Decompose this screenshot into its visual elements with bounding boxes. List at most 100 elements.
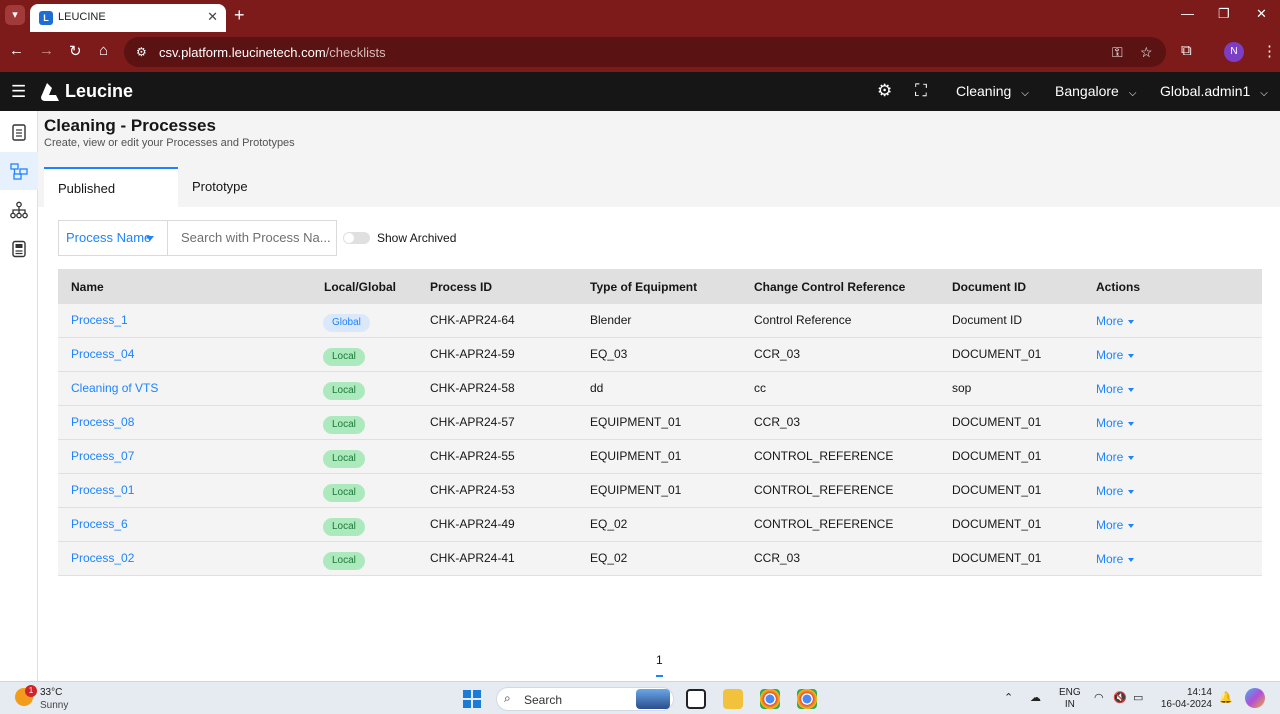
page-number[interactable]: 1 <box>656 653 663 667</box>
network-tray-icon[interactable]: ☁ <box>1030 691 1041 704</box>
column-header-actions: Actions <box>1096 280 1141 294</box>
process-id-cell: CHK-APR24-53 <box>430 483 515 497</box>
chrome-profile-icon[interactable] <box>797 689 817 709</box>
equipment-cell: Blender <box>590 313 632 327</box>
table-header: Name Local/Global Process ID Type of Equ… <box>58 269 1262 304</box>
process-name-link[interactable]: Process_6 <box>71 517 128 531</box>
process-id-cell: CHK-APR24-41 <box>430 551 515 565</box>
extensions-icon[interactable]: ⧉ <box>1181 42 1192 59</box>
caret-down-icon <box>1128 387 1135 392</box>
user-menu-dropdown[interactable]: Global.admin1 ⌵ <box>1160 83 1268 99</box>
more-actions-dropdown[interactable]: More <box>1096 314 1135 328</box>
column-header-document-id: Document ID <box>952 280 1027 294</box>
column-header-process-id: Process ID <box>430 280 493 294</box>
document-id-cell: sop <box>952 381 972 395</box>
forward-icon[interactable]: → <box>39 42 54 59</box>
equipment-cell: EQ_03 <box>590 347 628 361</box>
minimize-icon[interactable]: — <box>1181 6 1194 21</box>
change-control-cell: CONTROL_REFERENCE <box>754 517 894 531</box>
reload-icon[interactable]: ↻ <box>69 42 82 60</box>
close-tab-icon[interactable]: ✕ <box>207 9 218 25</box>
settings-gear-icon[interactable]: ⚙ <box>877 81 892 101</box>
process-id-cell: CHK-APR24-49 <box>430 517 515 531</box>
windows-start-icon[interactable] <box>463 690 481 708</box>
profile-avatar[interactable]: N <box>1224 42 1244 62</box>
task-view-icon[interactable] <box>686 689 706 709</box>
toggle-knob <box>344 233 354 243</box>
use-case-dropdown[interactable]: Cleaning ⌵ <box>956 83 1029 99</box>
volume-muted-icon[interactable]: 🔇 <box>1113 691 1127 704</box>
equipment-cell: dd <box>590 381 604 395</box>
process-id-cell: CHK-APR24-57 <box>430 415 515 429</box>
new-tab-button[interactable]: + <box>234 5 245 26</box>
battery-icon[interactable]: ▭ <box>1133 691 1143 704</box>
url-text: csv.platform.leucinetech.com/checklists <box>159 45 386 60</box>
notification-bell-icon[interactable]: 🔔 <box>1219 691 1233 704</box>
process-name-link[interactable]: Process_07 <box>71 449 134 463</box>
table-body: Process_1 Global CHK-APR24-64 Blender Contro… <box>58 304 1262 576</box>
scope-badge: Local <box>323 450 365 468</box>
password-key-icon[interactable]: ⚿ <box>1112 44 1123 61</box>
home-icon[interactable]: ⌂ <box>99 42 108 59</box>
restore-icon[interactable]: ❐ <box>1218 6 1230 22</box>
table-row: Process_07 Local CHK-APR24-55 EQUIPMENT_01 C… <box>58 440 1262 474</box>
tab-published[interactable]: Published <box>44 167 178 207</box>
sidebar-item-ontology[interactable] <box>0 191 38 229</box>
show-archived-label: Show Archived <box>377 231 457 245</box>
table-row: Process_1 Global CHK-APR24-64 Blender Contro… <box>58 304 1262 338</box>
sidebar-item-processes[interactable] <box>0 152 38 190</box>
show-archived-toggle[interactable] <box>343 232 370 244</box>
more-actions-dropdown[interactable]: More <box>1096 348 1135 362</box>
more-actions-dropdown[interactable]: More <box>1096 552 1135 566</box>
browser-toolbar: ← → ↻ ⌂ ⚙ csv.platform.leucinetech.com/c… <box>0 32 1280 72</box>
more-actions-dropdown[interactable]: More <box>1096 450 1135 464</box>
document-id-cell: DOCUMENT_01 <box>952 449 1042 463</box>
wifi-icon[interactable]: ◠ <box>1094 691 1104 704</box>
more-actions-dropdown[interactable]: More <box>1096 518 1135 532</box>
more-actions-dropdown[interactable]: More <box>1096 484 1135 498</box>
browser-menu-icon[interactable]: ⋮ <box>1262 42 1277 60</box>
process-name-link[interactable]: Process_1 <box>71 313 128 327</box>
tab-search-button[interactable]: ▾ <box>5 5 25 25</box>
bookmark-star-icon[interactable]: ☆ <box>1140 44 1153 61</box>
process-name-link[interactable]: Cleaning of VTS <box>71 381 158 395</box>
search-field-selector[interactable]: Process Name <box>58 220 168 256</box>
process-name-link[interactable]: Process_08 <box>71 415 134 429</box>
caret-down-icon <box>1128 319 1135 324</box>
close-window-icon[interactable]: ✕ <box>1256 6 1267 22</box>
facility-dropdown[interactable]: Bangalore ⌵ <box>1055 83 1136 99</box>
scanner-icon[interactable]: ⛶ <box>915 81 927 101</box>
file-explorer-icon[interactable] <box>723 689 743 709</box>
site-info-icon[interactable]: ⚙ <box>136 45 147 59</box>
chrome-icon[interactable] <box>760 689 780 709</box>
main-content: Cleaning - Processes Create, view or edi… <box>38 111 1280 681</box>
change-control-cell: cc <box>754 381 766 395</box>
process-name-link[interactable]: Process_02 <box>71 551 134 565</box>
search-highlight-icon[interactable] <box>636 689 670 709</box>
back-icon[interactable]: ← <box>9 42 24 59</box>
caret-down-icon <box>146 236 154 241</box>
copilot-icon[interactable] <box>1245 688 1265 708</box>
show-hidden-icons-chevron-icon[interactable]: ⌃ <box>1004 691 1013 704</box>
tab-prototype[interactable]: Prototype <box>178 167 288 207</box>
address-bar[interactable]: ⚙ csv.platform.leucinetech.com/checklist… <box>124 37 1166 67</box>
browser-tab[interactable]: L LEUCINE ✕ <box>30 4 226 32</box>
sidebar-item-reports[interactable] <box>0 230 38 268</box>
column-header-local-global: Local/Global <box>324 280 397 294</box>
sidebar-item-inbox[interactable] <box>0 113 38 151</box>
hamburger-menu-icon[interactable]: ☰ <box>11 82 26 102</box>
change-control-cell: CCR_03 <box>754 347 801 361</box>
table-row: Process_01 Local CHK-APR24-53 EQUIPMENT_01 C… <box>58 474 1262 508</box>
input-language[interactable]: ENG IN <box>1059 687 1081 711</box>
search-input[interactable]: Search with Process Na... <box>167 220 337 256</box>
weather-description[interactable]: Sunny <box>40 700 68 711</box>
more-actions-dropdown[interactable]: More <box>1096 416 1135 430</box>
clock[interactable]: 14:14 16-04-2024 <box>1160 687 1212 711</box>
chevron-down-icon: ⌵ <box>1021 88 1029 99</box>
more-actions-dropdown[interactable]: More <box>1096 382 1135 396</box>
weather-temperature[interactable]: 33°C <box>40 687 62 698</box>
process-name-link[interactable]: Process_04 <box>71 347 134 361</box>
scope-badge: Local <box>323 518 365 536</box>
process-name-link[interactable]: Process_01 <box>71 483 134 497</box>
table-row: Cleaning of VTS Local CHK-APR24-58 dd cc sop M… <box>58 372 1262 406</box>
